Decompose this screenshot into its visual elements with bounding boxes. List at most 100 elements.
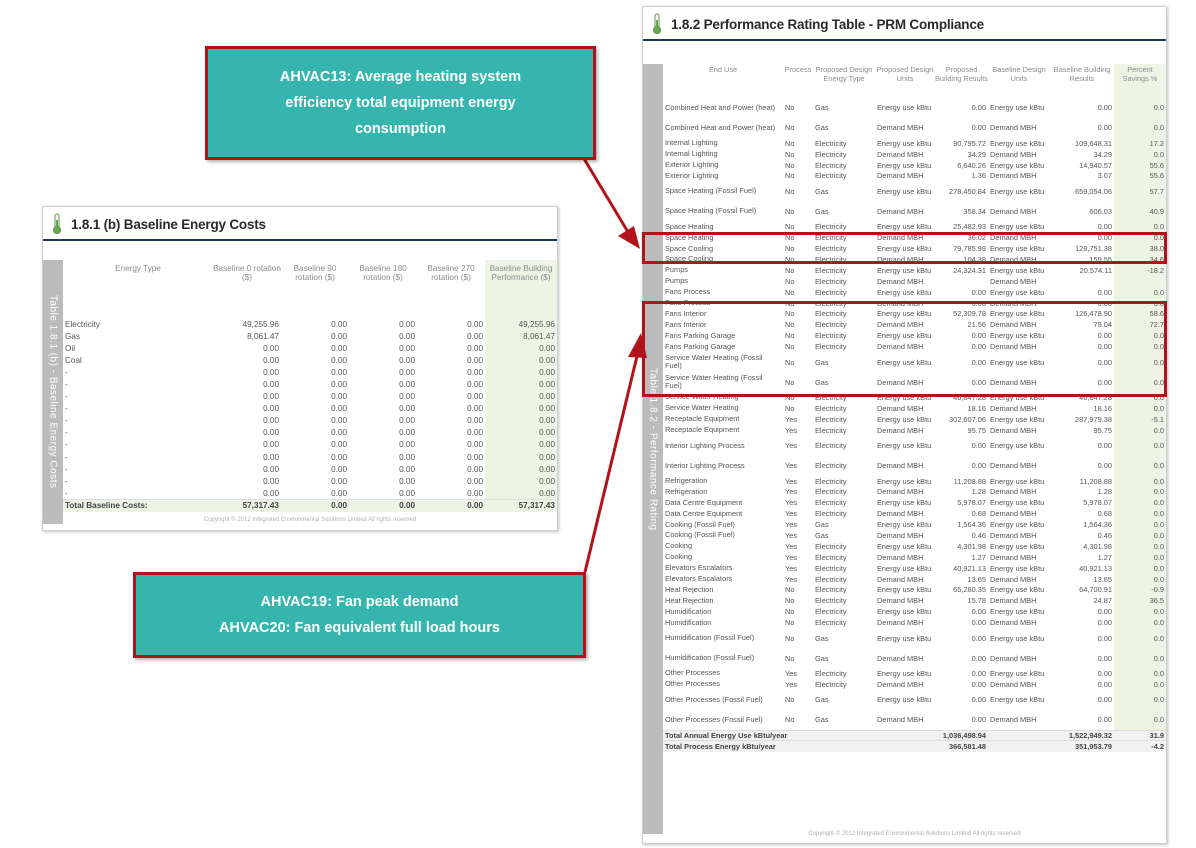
table-cell: 64,700.91	[1079, 585, 1112, 595]
table-row: Exterior Lighting No Electricity Demand MBH…	[663, 170, 1166, 182]
table-cell	[1050, 276, 1114, 287]
table-cell: 0.00	[331, 476, 347, 486]
table-cell: 0.0	[1114, 424, 1166, 436]
table-cell: 0.00	[1097, 123, 1112, 133]
column-header: Percent Savings %	[1114, 64, 1166, 98]
table-cell: Electricity	[815, 498, 847, 508]
table-cell: Energy use kBtu	[990, 520, 1045, 530]
table-cell: Energy use kBtu	[877, 607, 932, 617]
table-cell: Demand MBH	[877, 206, 924, 216]
table-cell: Energy use kBtu	[877, 563, 932, 573]
table-cell: Gas	[815, 695, 829, 705]
table-cell: Energy use kBtu	[990, 607, 1045, 617]
table-cell: Demand MBH	[990, 552, 1037, 562]
table-cell: 0.0	[1114, 530, 1166, 542]
table-cell: 0.00	[467, 416, 483, 426]
table-cell: Energy use kBtu	[990, 476, 1045, 486]
table-cell: 0.0	[1114, 435, 1166, 456]
table-row: Refrigeration Yes Electricity Energy use kB…	[663, 475, 1166, 487]
prm-compliance-panel: 1.8.2 Performance Rating Table - PRM Com…	[642, 6, 1167, 844]
table-row: Cooking Yes Electricity Demand MBH 1.27 Deman…	[663, 552, 1166, 563]
table-cell: 302,607.06	[949, 414, 986, 424]
table-cell: Electricity	[815, 618, 847, 628]
table-cell: Yes	[785, 563, 798, 573]
table-cell: 0.00	[263, 452, 279, 462]
table-cell: Demand MBH	[990, 596, 1037, 606]
table-cell: 0.00	[971, 669, 986, 679]
table-cell: 25,482.93	[953, 222, 986, 232]
table-cell: 0.00	[399, 319, 415, 329]
table-cell: No	[785, 715, 795, 725]
heating-arrow	[578, 151, 630, 233]
table-row: Space Heating No Electricity Energy use kBt…	[663, 221, 1166, 233]
table-cell: Demand MBH	[877, 425, 924, 435]
table-cell: 606.03	[1089, 206, 1112, 216]
table-cell: Humidification (Fossil Fuel)	[665, 653, 755, 663]
table-cell: Energy use kBtu	[877, 222, 932, 232]
table-cell: 0.00	[399, 367, 415, 377]
table-cell: Electricity	[815, 509, 847, 519]
heating-callout-line-1: AHVAC13: Average heating system	[279, 69, 522, 85]
table-cell: No	[785, 276, 795, 286]
table-cell: Yes	[785, 487, 798, 497]
table-cell: 0.00	[263, 428, 279, 438]
table-row: Data Centre Equipment Yes Electricity Energ…	[663, 497, 1166, 509]
table-cell: Exterior Lighting	[665, 170, 719, 180]
table-cell: 0.00	[467, 343, 483, 353]
table-cell: 0.00	[467, 452, 483, 462]
table-cell: 0.00	[331, 416, 347, 426]
total-row: Total Annual Energy Use kBtu/year 1,036,4…	[663, 729, 1166, 741]
table-cell: 0.00	[263, 464, 279, 474]
total-savings: 31.9	[1114, 729, 1166, 741]
table-cell: 18.16	[1093, 403, 1113, 413]
table-cell: 0.0	[1114, 148, 1166, 160]
table-cell: Space Heating (Fossil Fuel)	[665, 206, 757, 216]
table-cell: Internal Lighting	[665, 138, 718, 148]
table-cell: No	[785, 265, 795, 275]
table-cell: 0.00	[263, 343, 279, 353]
table-cell: No	[785, 596, 795, 606]
table-cell: 0.0	[1114, 519, 1166, 531]
table-cell: Demand MBH	[990, 487, 1037, 497]
table-cell: 0.00	[331, 488, 347, 498]
table-cell: 11,208.88	[953, 476, 986, 486]
table-cell: Demand MBH	[877, 618, 924, 628]
table-cell: Electricity	[815, 574, 847, 584]
total-baseline: 351,953.79	[1050, 740, 1114, 752]
table-cell: Energy use kBtu	[877, 520, 932, 530]
table-cell: Energy use kBtu	[990, 265, 1045, 275]
table-cell: 0.00	[467, 488, 483, 498]
table-cell: Service Water Heating	[665, 403, 739, 413]
table-cell: Combined Heat and Power (heat)	[665, 122, 776, 132]
table-cell: 5,978.07	[1083, 498, 1112, 508]
table-cell: Yes	[785, 541, 798, 551]
table-cell: 0.0	[1114, 455, 1166, 476]
table-cell: Electricity	[815, 585, 847, 595]
table-cell: Demand MBH	[990, 403, 1037, 413]
table-cell: Refrigeration	[665, 476, 708, 485]
table-cell: 0.0	[1114, 221, 1166, 233]
table-cell: 0.0	[1114, 573, 1166, 585]
table-row: Other Processes (Fossil Fuel) No Gas Energy…	[663, 690, 1166, 711]
table-cell: 0.00	[331, 367, 347, 377]
table-cell: -	[65, 392, 68, 402]
table-cell: 0.00	[485, 414, 557, 427]
table-cell: Demand MBH	[877, 679, 924, 689]
table-cell: 49,255.96	[485, 318, 557, 331]
table-cell: 1.36	[971, 171, 986, 181]
table-cell: 0.00	[971, 715, 986, 725]
table-cell: 0.00	[331, 343, 347, 353]
table-row: Humidification (Fossil Fuel) No Gas Demand …	[663, 648, 1166, 669]
table-cell: 34.29	[1093, 149, 1113, 159]
table-row: Other Processes Yes Electricity Demand MBH 0…	[663, 679, 1166, 691]
table-cell: Electricity	[815, 461, 847, 471]
table-cell: 358.34	[963, 206, 986, 216]
total-cell: 0.00	[349, 498, 417, 512]
table-cell: Space Heating	[665, 221, 714, 231]
table-cell: 0.00	[399, 476, 415, 486]
table-row: Receptacle Equipment Yes Electricity Energy…	[663, 414, 1166, 425]
table-cell: No	[785, 123, 795, 133]
table-cell: Data Centre Equipment	[665, 497, 743, 507]
heating-arrowhead	[618, 226, 640, 249]
table-cell: 0.00	[485, 366, 557, 379]
